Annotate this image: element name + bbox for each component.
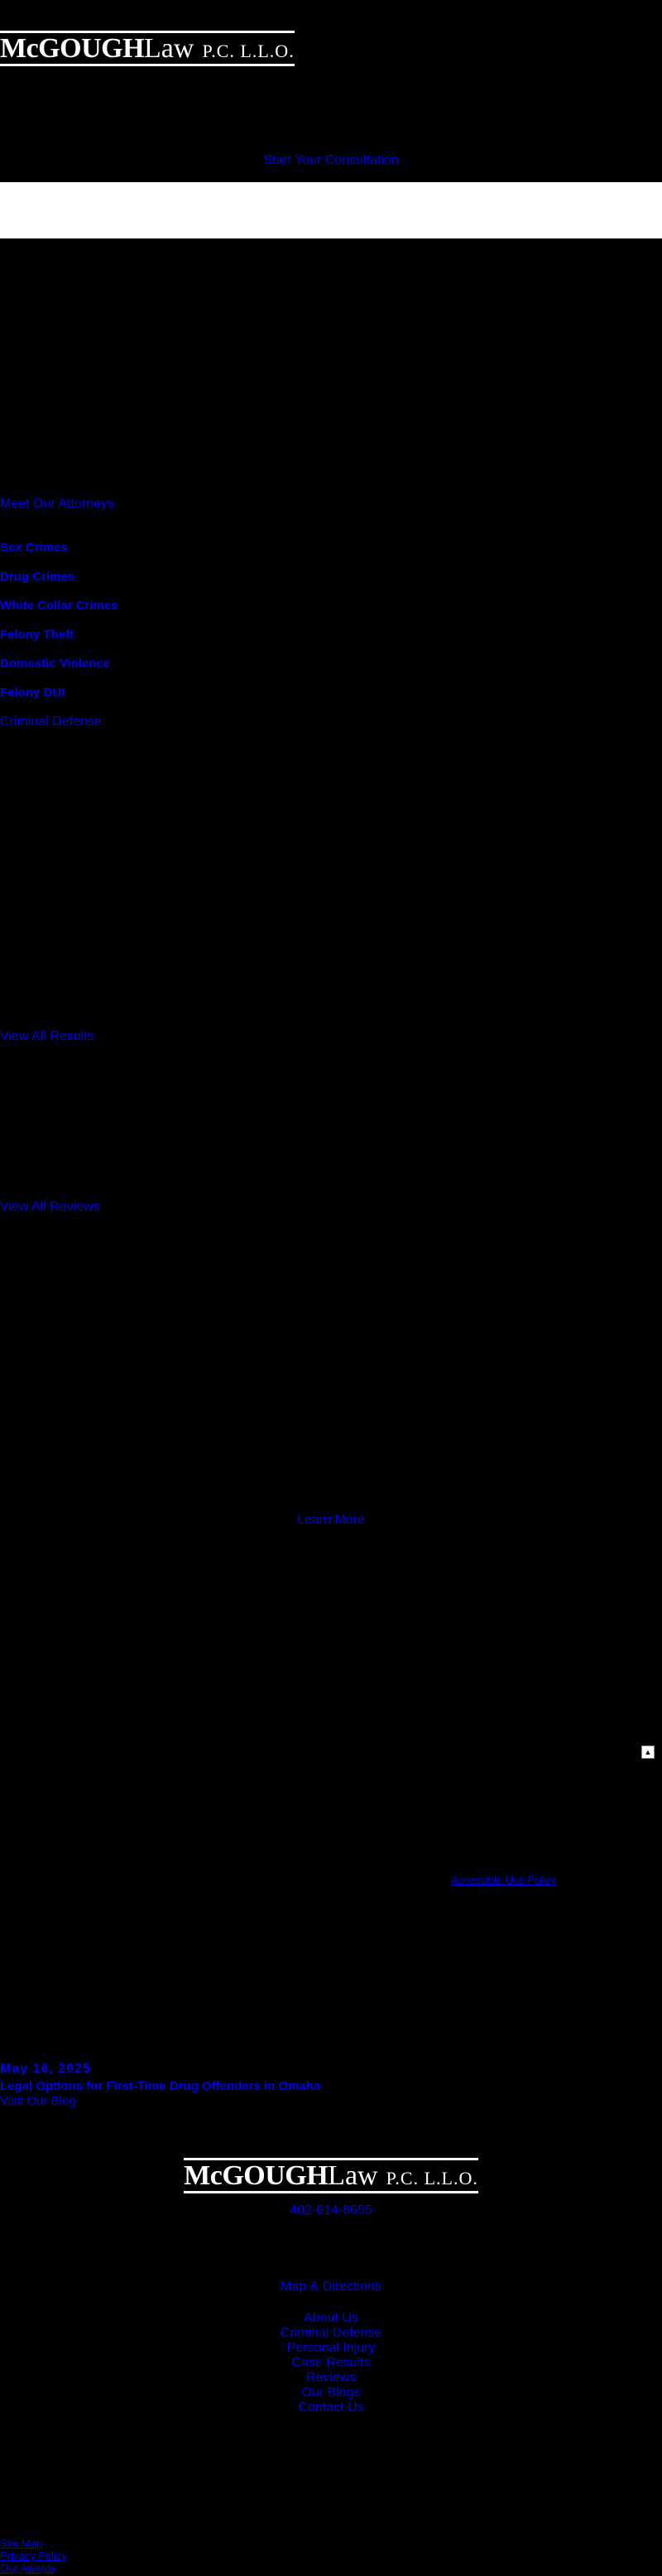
our-awards-link[interactable]: Our Awards [0, 2562, 67, 2574]
start-consultation-link[interactable]: Start Your Consultation [0, 153, 662, 168]
header: McGOUGH Law P.C. L.L.O. [0, 31, 295, 66]
practice-area-label[interactable]: Drug Crimes [0, 570, 74, 584]
view-all-results-link[interactable]: View All Results [0, 1029, 94, 1044]
logo-suffix: P.C. L.L.O. [386, 2168, 478, 2188]
footer-nav-label[interactable]: Case Results [291, 2356, 370, 2370]
learn-more-link[interactable]: Learn More [0, 1513, 662, 1528]
footer-nav-item-personal-injury[interactable]: Personal Injury [0, 2341, 662, 2356]
practice-area-label[interactable]: Domestic Violence [0, 657, 110, 671]
meet-attorneys-link[interactable]: Meet Our Attorneys [0, 497, 114, 512]
practice-area-label[interactable]: Sex Crimes [0, 541, 68, 555]
footer-nav-label[interactable]: Our Blogs [301, 2386, 360, 2400]
logo-mcgough: McGOUGH [0, 33, 145, 64]
view-all-reviews-link[interactable]: View All Reviews [0, 1200, 100, 1215]
logo-suffix: P.C. L.L.O. [202, 41, 295, 61]
footer-nav-label[interactable]: Criminal Defense [281, 2326, 382, 2340]
practice-area-felony-theft[interactable]: Felony Theft [0, 625, 118, 654]
footer-nav-label[interactable]: Personal Injury [287, 2341, 376, 2355]
footer-nav: About Us Criminal Defense Personal Injur… [0, 2311, 662, 2415]
legal-links: Site Map Privacy Policy Our Awards [0, 2537, 67, 2574]
practice-area-domestic-violence[interactable]: Domestic Violence [0, 654, 118, 683]
practice-area-label[interactable]: Felony DUI [0, 686, 65, 700]
phone-link[interactable]: 402-614-8655 [0, 2203, 662, 2218]
accessible-use-policy-link[interactable]: Accessible Use Policy [451, 1874, 556, 1886]
footer-nav-item-blogs[interactable]: Our Blogs [0, 2386, 662, 2400]
footer-nav-label[interactable]: Reviews [306, 2371, 356, 2385]
practice-area-label[interactable]: Felony Theft [0, 628, 74, 642]
legal-link-label[interactable]: Our Awards [0, 2562, 56, 2574]
chevron-up-icon: ▲ [644, 1748, 652, 1756]
footer-nav-item-reviews[interactable]: Reviews [0, 2371, 662, 2386]
logo-law: Law [328, 2160, 378, 2191]
practice-area-label[interactable]: White Collar Crimes [0, 599, 118, 613]
footer-nav-item-case-results[interactable]: Case Results [0, 2356, 662, 2371]
footer-nav-label[interactable]: Contact Us [298, 2400, 363, 2415]
practice-areas-list: Sex Crimes Drug Crimes White Collar Crim… [0, 538, 118, 741]
legal-link-label[interactable]: Privacy Policy [0, 2550, 67, 2562]
footer-nav-item-contact[interactable]: Contact Us [0, 2400, 662, 2415]
site-map-link[interactable]: Site Map [0, 2537, 67, 2550]
logo-mcgough: McGOUGH [184, 2160, 329, 2191]
practice-area-drug-crimes[interactable]: Drug Crimes [0, 567, 118, 596]
map-directions-link[interactable]: Map & Directions [0, 2280, 662, 2294]
site-logo[interactable]: McGOUGH Law P.C. L.L.O. [0, 31, 295, 66]
practice-area-felony-dui[interactable]: Felony DUI [0, 683, 118, 712]
legal-link-label[interactable]: Site Map [0, 2537, 42, 2550]
visit-blog-link[interactable]: Visit Our Blog [0, 2094, 75, 2108]
hero-band [0, 182, 662, 238]
scroll-to-top-button[interactable]: ▲ [641, 1745, 655, 1759]
footer-logo[interactable]: McGOUGH Law P.C. L.L.O. [184, 2158, 478, 2193]
practice-area-sex-crimes[interactable]: Sex Crimes [0, 538, 118, 567]
footer-logo-wrap: McGOUGH Law P.C. L.L.O. [0, 2158, 662, 2193]
blog-post-title-link[interactable]: Legal Options for First-Time Drug Offend… [0, 2079, 320, 2093]
blog-post-date: May 16, 2025 [0, 2062, 91, 2076]
footer-nav-item-about[interactable]: About Us [0, 2311, 662, 2326]
footer-nav-label[interactable]: About Us [304, 2311, 358, 2325]
practice-area-criminal-defense[interactable]: Criminal Defense [0, 712, 118, 741]
criminal-defense-link[interactable]: Criminal Defense [0, 715, 102, 729]
footer-nav-item-criminal-defense[interactable]: Criminal Defense [0, 2326, 662, 2341]
practice-area-white-collar[interactable]: White Collar Crimes [0, 596, 118, 625]
logo-law: Law [144, 33, 194, 64]
privacy-policy-link[interactable]: Privacy Policy [0, 2550, 67, 2562]
